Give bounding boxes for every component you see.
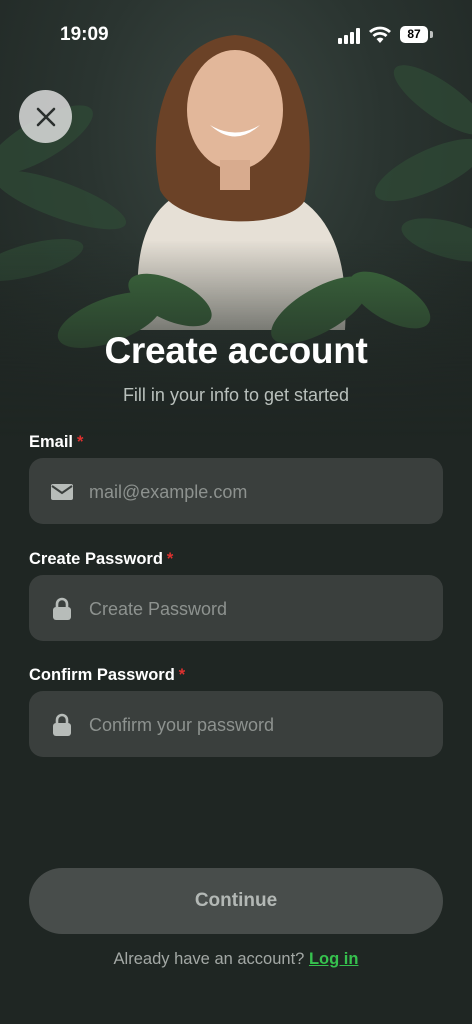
required-mark: * [166, 550, 174, 568]
email-label-text: Email [29, 433, 74, 451]
continue-button[interactable]: Continue [29, 868, 443, 934]
lock-icon [53, 713, 71, 736]
confirm-password-field[interactable] [29, 691, 443, 759]
required-mark: * [178, 666, 186, 684]
close-icon [36, 107, 55, 126]
status-time: 19:09 [60, 24, 109, 45]
lock-icon [53, 597, 71, 620]
status-bar: 19:09 87 [0, 0, 472, 72]
envelope-icon [51, 484, 73, 500]
battery-indicator: 87 [400, 26, 428, 43]
login-prompt-text: Already have an account? [113, 950, 305, 968]
wifi-icon [369, 26, 391, 43]
create-password-input[interactable] [87, 575, 431, 643]
confirm-password-label-text: Confirm Password [29, 666, 175, 684]
email-input[interactable] [87, 458, 431, 526]
confirm-password-label: Confirm Password * [29, 666, 185, 685]
battery-tip [430, 31, 433, 38]
login-link[interactable]: Log in [309, 950, 358, 968]
login-prompt: Already have an account? Log in [0, 950, 472, 969]
create-password-label-text: Create Password [29, 550, 163, 568]
create-password-label: Create Password * [29, 550, 173, 569]
required-mark: * [77, 433, 84, 451]
close-button[interactable] [19, 90, 72, 143]
email-label: Email * [29, 433, 83, 452]
email-field[interactable] [29, 458, 443, 526]
page-title: Create account [104, 330, 368, 371]
page-subtitle: Fill in your info to get started [122, 385, 350, 405]
confirm-password-input[interactable] [87, 691, 431, 759]
signal-icon [338, 28, 360, 44]
create-password-field[interactable] [29, 575, 443, 643]
